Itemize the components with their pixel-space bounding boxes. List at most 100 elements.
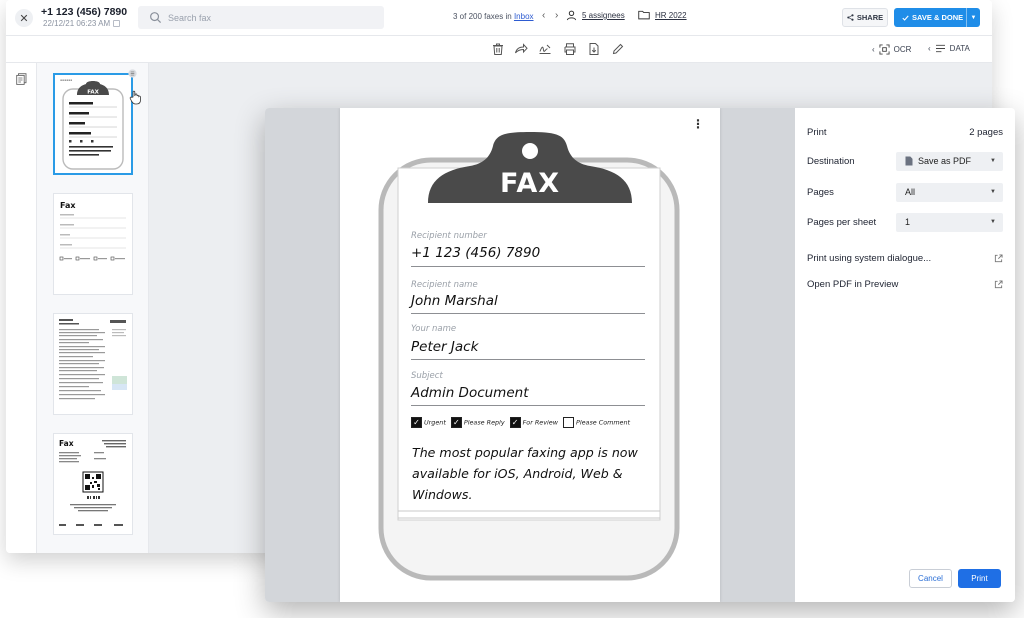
close-button[interactable]: ✕ bbox=[15, 9, 33, 27]
edit-icon[interactable] bbox=[611, 42, 625, 56]
destination-row: Destination Save as PDF ▼ bbox=[807, 151, 1003, 171]
cancel-button[interactable]: Cancel bbox=[909, 569, 952, 588]
share-icon bbox=[847, 14, 854, 21]
chevron-down-icon: ▼ bbox=[990, 158, 996, 164]
document-toolbar: ‹ OCR ‹ DATA bbox=[6, 36, 992, 63]
pages-per-sheet-select[interactable]: 1 ▼ bbox=[896, 212, 1003, 232]
info-icon bbox=[113, 20, 121, 27]
checkbox-urgent-label: Urgent bbox=[424, 418, 446, 427]
open-preview-link[interactable]: Open PDF in Preview bbox=[807, 274, 1003, 294]
ocr-icon bbox=[879, 44, 890, 55]
fax-date-text: 22/12/21 06:23 AM bbox=[43, 19, 111, 28]
checkbox-for-review-label: For Review bbox=[522, 418, 558, 427]
field-underline bbox=[411, 266, 645, 267]
left-rail bbox=[6, 63, 37, 553]
page-thumbnail-1[interactable]: ▪▪▪▪▪▪ FAX bbox=[53, 73, 133, 175]
page-thumbnails: ▪▪▪▪▪▪ FAX Fax Fax bbox=[37, 63, 149, 553]
system-dialog-label: Print using system dialogue... bbox=[807, 252, 932, 264]
print-icon[interactable] bbox=[563, 42, 577, 56]
ocr-label: OCR bbox=[893, 45, 912, 54]
svg-text:▪▪▪▪▪▪: ▪▪▪▪▪▪ bbox=[60, 78, 72, 82]
list-icon bbox=[935, 44, 945, 53]
folder-button[interactable]: HR 2022 bbox=[638, 10, 687, 20]
checkbox-checked-icon: ✓ bbox=[411, 417, 422, 428]
save-label: SAVE & DONE bbox=[912, 13, 964, 22]
pages-label: Pages bbox=[807, 186, 834, 198]
print-dialog: FAX ⋮ Recipient number +1 123 (456) 7890… bbox=[265, 108, 1015, 602]
destination-select[interactable]: Save as PDF ▼ bbox=[896, 151, 1003, 171]
search-box[interactable] bbox=[138, 6, 384, 29]
thumbnail-fax-heading: Fax bbox=[60, 201, 76, 210]
recipient-name-label: Recipient name bbox=[411, 280, 478, 290]
dialog-actions: Cancel Print bbox=[909, 569, 1001, 588]
document-icon bbox=[905, 156, 913, 166]
trash-icon[interactable] bbox=[491, 42, 505, 56]
fax-clipboard-thumbnail: ▪▪▪▪▪▪ FAX bbox=[60, 78, 124, 170]
save-and-done-button[interactable]: SAVE & DONE ▼ bbox=[894, 8, 980, 27]
top-bar: ✕ +1 123 (456) 7890 22/12/21 06:23 AM 3 … bbox=[6, 0, 992, 36]
destination-value: Save as PDF bbox=[918, 156, 972, 166]
checkbox-please-reply: ✓ Please Reply bbox=[450, 417, 505, 428]
save-main[interactable]: SAVE & DONE bbox=[894, 13, 966, 22]
ocr-tab[interactable]: ‹ OCR bbox=[872, 44, 911, 55]
fax-cover-thumbnail: Fax bbox=[59, 439, 126, 526]
chevron-down-icon: ▼ bbox=[990, 219, 996, 225]
fax-date: 22/12/21 06:23 AM bbox=[43, 19, 121, 28]
print-settings-panel: Print 2 pages Destination Save as PDF ▼ … bbox=[795, 108, 1015, 602]
forward-icon[interactable] bbox=[514, 42, 528, 56]
checkbox-checked-icon: ✓ bbox=[450, 417, 462, 428]
checkbox-unchecked-icon bbox=[562, 417, 574, 428]
search-icon bbox=[150, 12, 162, 24]
data-tab[interactable]: ‹ DATA bbox=[928, 44, 970, 53]
checkbox-checked-icon: ✓ bbox=[509, 417, 521, 428]
folder-label: HR 2022 bbox=[655, 10, 687, 20]
hand-cursor-icon bbox=[129, 90, 141, 105]
external-link-icon bbox=[994, 279, 1003, 288]
external-link-icon bbox=[994, 253, 1003, 262]
search-input[interactable] bbox=[168, 9, 368, 26]
previous-fax-button[interactable]: ‹ bbox=[542, 10, 545, 21]
save-options-dropdown[interactable]: ▼ bbox=[966, 8, 980, 27]
data-label: DATA bbox=[949, 44, 970, 53]
page-thumbnail-2[interactable]: Fax bbox=[53, 193, 133, 295]
recipient-number-value: +1 123 (456) 7890 bbox=[411, 245, 541, 261]
fax-form-thumbnail: Fax bbox=[59, 201, 126, 261]
page-thumbnail-4[interactable]: Fax bbox=[53, 433, 133, 535]
pages-select[interactable]: All ▼ bbox=[896, 182, 1003, 202]
print-button[interactable]: Print bbox=[958, 569, 1001, 588]
pages-icon[interactable] bbox=[16, 73, 27, 85]
page-count: 2 pages bbox=[969, 126, 1003, 138]
close-icon: ✕ bbox=[19, 12, 29, 25]
checkbox-please-comment-label: Please Comment bbox=[575, 418, 631, 427]
pages-row: Pages All ▼ bbox=[807, 182, 1003, 202]
thumbnail-menu-icon[interactable] bbox=[128, 69, 137, 78]
document-thumbnail bbox=[59, 319, 127, 400]
page-more-menu[interactable]: ⋮ bbox=[690, 116, 706, 132]
share-button[interactable]: SHARE bbox=[842, 8, 888, 27]
field-underline bbox=[411, 405, 645, 406]
fax-title: FAX bbox=[499, 168, 561, 199]
assignees-button[interactable]: 5 assignees bbox=[566, 10, 625, 21]
chevron-down-icon: ▼ bbox=[970, 14, 977, 21]
page-thumbnail-3[interactable] bbox=[53, 313, 133, 415]
download-icon[interactable] bbox=[587, 42, 601, 56]
open-preview-label: Open PDF in Preview bbox=[807, 278, 899, 290]
assignees-label: 5 assignees bbox=[582, 11, 625, 20]
counter-text: 3 of 200 faxes in bbox=[453, 12, 512, 21]
more-vertical-icon: ⋮ bbox=[692, 117, 704, 131]
inbox-link[interactable]: Inbox bbox=[514, 12, 534, 21]
system-dialog-link[interactable]: Print using system dialogue... bbox=[807, 248, 1003, 268]
preview-page: FAX ⋮ Recipient number +1 123 (456) 7890… bbox=[340, 108, 720, 602]
checkbox-please-reply-label: Please Reply bbox=[463, 418, 505, 427]
fax-number: +1 123 (456) 7890 bbox=[41, 6, 128, 18]
thumbnail-fax-title: FAX bbox=[87, 90, 99, 96]
sign-icon[interactable] bbox=[538, 42, 552, 56]
your-name-value: Peter Jack bbox=[411, 339, 479, 355]
fax-checkboxes: ✓ Urgent ✓ Please Reply ✓ For Review Please… bbox=[411, 417, 630, 428]
pages-per-sheet-value: 1 bbox=[905, 217, 911, 227]
share-label: SHARE bbox=[856, 13, 884, 22]
next-fax-button[interactable]: › bbox=[555, 10, 558, 21]
chevron-left-icon: ‹ bbox=[928, 44, 931, 53]
thumbnail-fax-heading-2: Fax bbox=[59, 439, 74, 448]
your-name-label: Your name bbox=[411, 324, 457, 334]
